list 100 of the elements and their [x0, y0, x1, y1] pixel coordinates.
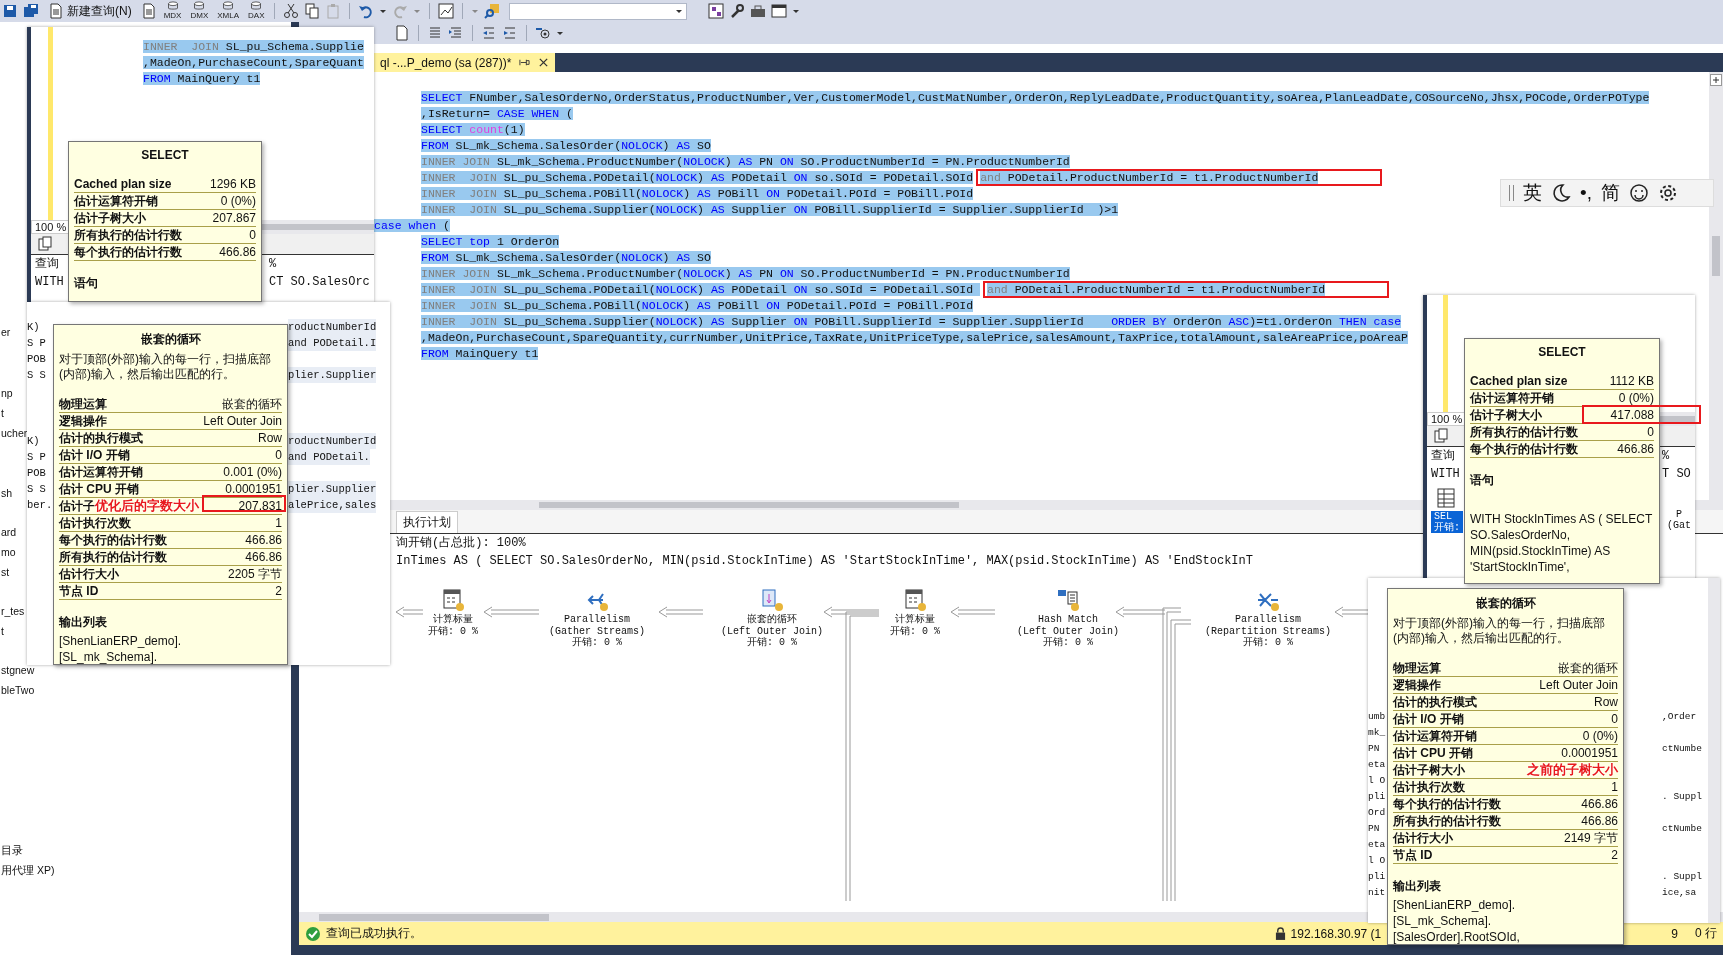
tree-item[interactable]: st	[0, 562, 10, 582]
property-value: Left Outer Join	[203, 414, 282, 428]
code-fragment: mk_	[1368, 726, 1386, 740]
code-fragment: eta	[1368, 758, 1386, 772]
moon-icon[interactable]	[1551, 183, 1571, 203]
property-value: 466.86	[245, 533, 282, 547]
tree-item[interactable]: 目录	[0, 840, 23, 860]
scrollbar[interactable]	[1708, 578, 1720, 923]
messages-icon[interactable]	[37, 236, 53, 252]
property-value: Left Outer Join	[1539, 678, 1618, 692]
document-tab[interactable]: ql -...P_demo (sa (287))*	[374, 53, 556, 72]
property-label: 估计运算符开销	[1393, 727, 1477, 745]
result-text: %	[269, 256, 277, 273]
plus-icon[interactable]	[1710, 74, 1722, 86]
property-label: 估计运算符开销	[1470, 389, 1554, 407]
property-label: 估计 I/O 开销	[1393, 710, 1464, 728]
node-cost: 开销: 0 %	[1043, 637, 1093, 648]
caret-icon[interactable]	[379, 7, 388, 15]
code-fragment: PN	[1368, 742, 1380, 756]
tree-item[interactable]: t	[0, 621, 4, 641]
result-text: 查询	[1431, 448, 1455, 465]
indent-icon[interactable]	[502, 25, 518, 41]
property-label: 每个执行的估计行数	[59, 531, 167, 549]
tree-item[interactable]: bleTwo	[0, 680, 35, 700]
tree-item[interactable]: stgnew	[0, 660, 35, 680]
plan-node[interactable]: SEL 开销:	[1431, 511, 1463, 533]
property-value: 2	[275, 584, 282, 598]
flow-arrow	[395, 606, 424, 618]
tree-item[interactable]: sh	[0, 483, 13, 503]
tree-item[interactable]: mo	[0, 542, 16, 562]
code-fragment: S S	[27, 368, 46, 383]
query-type-button[interactable]: XMLA	[215, 0, 242, 22]
caret-icon[interactable]	[792, 7, 801, 15]
result-text: CT SO.SalesOrc	[269, 274, 370, 291]
search-icon[interactable]	[484, 3, 501, 19]
cut-icon[interactable]	[283, 3, 300, 19]
document-icon[interactable]	[394, 25, 410, 41]
toolbox-icon[interactable]	[750, 3, 767, 19]
list-icon[interactable]	[427, 25, 443, 41]
save-icon[interactable]	[23, 3, 39, 19]
tree-item[interactable]: 用代理 XP)	[0, 860, 55, 880]
scroll-thumb[interactable]	[319, 913, 549, 921]
code-fragment: K)	[27, 435, 40, 449]
caret-icon[interactable]	[556, 29, 564, 37]
document-icon	[48, 3, 64, 19]
section-heading: 语句	[74, 275, 99, 292]
copy-icon[interactable]	[304, 3, 321, 19]
property-value: 207.831	[238, 499, 282, 513]
property-value: 0.001 (0%)	[223, 465, 282, 479]
smiley-icon[interactable]	[1628, 183, 1649, 203]
tree-item[interactable]: np	[0, 383, 13, 403]
plan-icon[interactable]	[708, 3, 725, 19]
result-text: T SO	[1662, 466, 1691, 483]
pin-icon[interactable]	[519, 57, 531, 68]
wrench-icon[interactable]	[729, 3, 746, 19]
settings-icon[interactable]	[1657, 183, 1678, 203]
save-icon[interactable]	[2, 3, 18, 19]
property-label: 所有执行的估计行数	[59, 548, 167, 566]
document-icon[interactable]	[140, 3, 157, 19]
undo-icon[interactable]	[358, 3, 375, 19]
language-toggle[interactable]: 英	[1523, 182, 1542, 204]
property-value: 嵌套的循环	[222, 395, 282, 413]
close-icon[interactable]	[538, 57, 550, 68]
tree-item[interactable]: ucher	[0, 423, 28, 443]
hash-table-icon[interactable]	[1056, 588, 1080, 612]
new-query-button[interactable]: 新建查询(N)	[44, 1, 136, 21]
messages-icon[interactable]	[1433, 428, 1449, 444]
tree-item[interactable]: ard	[0, 522, 17, 542]
window-icon[interactable]	[771, 3, 788, 19]
node-cost: 开销: 0 %	[890, 626, 940, 637]
query-type-button[interactable]: DMX	[188, 0, 211, 22]
scroll-thumb[interactable]	[1712, 236, 1720, 276]
property-value: 0	[249, 228, 256, 242]
scroll-thumb[interactable]	[539, 502, 959, 508]
tree-item[interactable]: er	[0, 322, 11, 342]
query-cost-text: 询开销(占总批): 100%	[396, 536, 526, 550]
property-value: 2	[1611, 848, 1618, 862]
list-icon[interactable]	[448, 25, 464, 41]
property-label: 估计执行次数	[59, 514, 131, 532]
database-icon	[166, 0, 179, 11]
zoom-dropdown[interactable]: 100 %	[31, 220, 71, 234]
calculator-icon[interactable]	[903, 588, 927, 612]
query-type-button[interactable]: DAX	[246, 0, 267, 22]
tree-item[interactable]: t	[0, 403, 4, 423]
tooltip-title: 嵌套的循环	[139, 331, 202, 348]
property-value: Row	[258, 431, 282, 445]
property-value: 0 (0%)	[1582, 729, 1618, 743]
punctuation-toggle[interactable]: •,	[1580, 182, 1592, 204]
script-toggle[interactable]: 简	[1600, 182, 1620, 204]
check-icon	[305, 925, 321, 942]
calculator-icon[interactable]	[441, 588, 465, 612]
chart-icon[interactable]	[438, 3, 455, 19]
outdent-icon[interactable]	[481, 25, 497, 41]
scrollbar[interactable]	[1709, 72, 1723, 500]
property-label: 所有执行的估计行数	[74, 226, 182, 244]
query-type-button[interactable]: MDX	[161, 0, 184, 22]
zoom-dropdown[interactable]: 100 %	[1427, 412, 1467, 426]
node-subtitle: (Gather Streams)	[549, 626, 645, 637]
tree-item[interactable]: r_tes	[0, 601, 25, 621]
results-tab[interactable]: 执行计划	[396, 511, 458, 533]
